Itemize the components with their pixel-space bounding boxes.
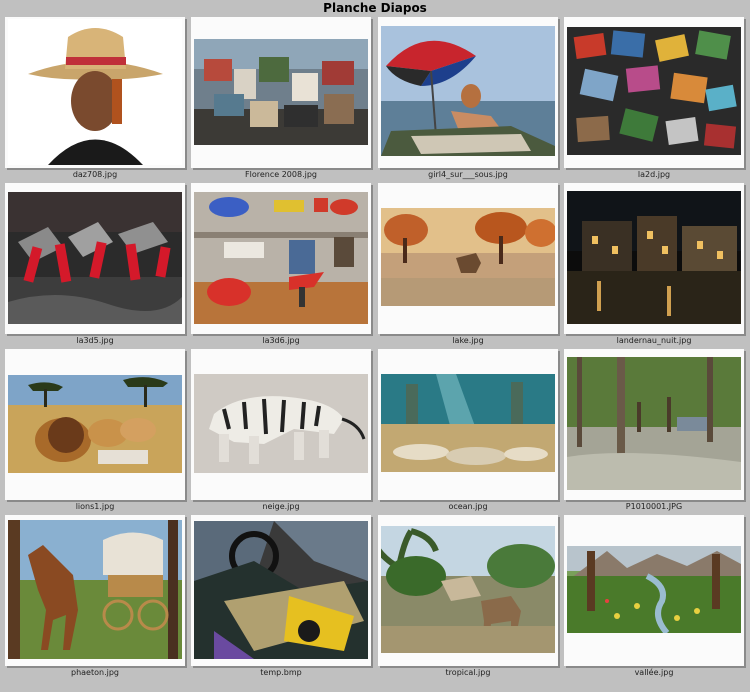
thumbnail-caption: la3d5.jpg (76, 336, 114, 345)
thumbnail-caption: Florence 2008.jpg (245, 170, 317, 179)
thumbnail-tile[interactable]: landernau_nuit.jpg (564, 183, 744, 345)
thumbnail-caption: vallée.jpg (634, 668, 674, 677)
thumbnail-tile[interactable]: P1010001.JPG (564, 349, 744, 511)
thumbnail-caption: tropical.jpg (445, 668, 491, 677)
thumbnail-tile[interactable]: Florence 2008.jpg (191, 17, 371, 179)
thumbnail-image (567, 191, 741, 324)
thumbnail-tile[interactable]: la2d.jpg (564, 17, 744, 179)
thumbnail-image (8, 375, 182, 473)
thumbnail-caption: neige.jpg (262, 502, 300, 511)
thumbnail-image (194, 39, 368, 145)
thumbnail-tile[interactable]: neige.jpg (191, 349, 371, 511)
thumbnail-caption: la3d6.jpg (262, 336, 300, 345)
thumbnail-image (8, 520, 182, 659)
thumbnail-image (567, 357, 741, 490)
thumbnail-image (567, 546, 741, 633)
thumbnail-tile[interactable]: temp.bmp (191, 515, 371, 677)
thumbnail-image (381, 526, 555, 653)
thumbnail-caption: lake.jpg (452, 336, 484, 345)
thumbnail-tile[interactable]: tropical.jpg (378, 515, 558, 677)
thumbnail-caption: ocean.jpg (448, 502, 488, 511)
thumbnail-caption: daz708.jpg (72, 170, 118, 179)
thumbnail-tile[interactable]: phaeton.jpg (5, 515, 185, 677)
thumbnail-image (381, 374, 555, 472)
thumbnail-image (381, 208, 555, 306)
thumbnail-tile[interactable]: la3d6.jpg (191, 183, 371, 345)
thumbnail-caption: landernau_nuit.jpg (616, 336, 692, 345)
thumbnail-tile[interactable]: vallée.jpg (564, 515, 744, 677)
thumbnail-tile[interactable]: daz708.jpg (5, 17, 185, 179)
thumbnail-tile[interactable]: ocean.jpg (378, 349, 558, 511)
thumbnail-caption: phaeton.jpg (71, 668, 119, 677)
thumbnail-tile[interactable]: lake.jpg (378, 183, 558, 345)
thumbnail-grid: daz708.jpg Florence 2008.jpg girl4_sur__… (0, 0, 750, 692)
thumbnail-caption: la2d.jpg (637, 170, 671, 179)
thumbnail-image (8, 192, 182, 324)
thumbnail-image (194, 374, 368, 473)
thumbnail-caption: girl4_sur___sous.jpg (428, 170, 508, 179)
thumbnail-tile[interactable]: lions1.jpg (5, 349, 185, 511)
thumbnail-tile[interactable]: la3d5.jpg (5, 183, 185, 345)
thumbnail-image (194, 521, 368, 659)
thumbnail-tile[interactable]: girl4_sur___sous.jpg (378, 17, 558, 179)
thumbnail-caption: temp.bmp (260, 668, 302, 677)
thumbnail-image (8, 19, 182, 165)
thumbnail-caption: P1010001.JPG (625, 502, 683, 511)
thumbnail-image (567, 27, 741, 155)
thumbnail-image (194, 192, 368, 324)
thumbnail-caption: lions1.jpg (75, 502, 115, 511)
thumbnail-image (381, 26, 555, 156)
